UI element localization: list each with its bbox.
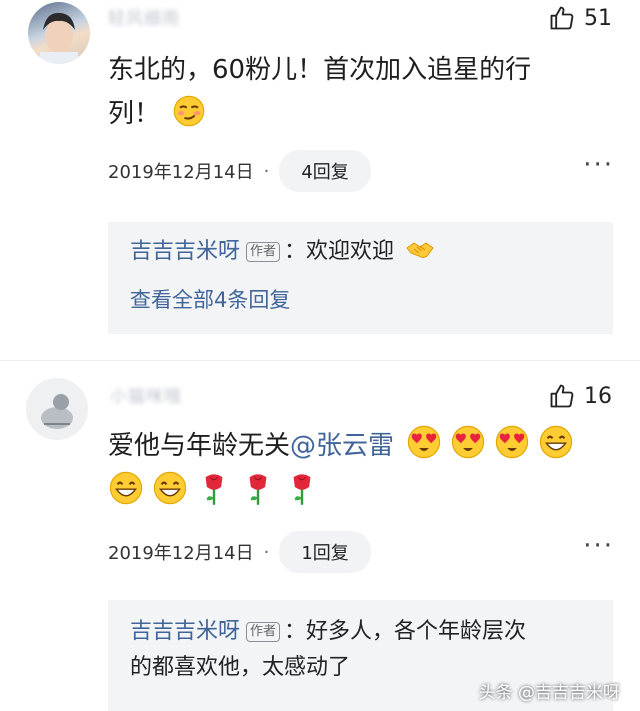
comment-meta: 2019年12月14日 · 4回复 [108,150,371,192]
avatar[interactable] [26,378,88,440]
comment-text-line: 列！ [108,99,161,129]
comment-text-line: 东北的，60粉儿！首次加入追星的行 [108,55,532,85]
comment-text-line: 爱他与年龄无关 [108,431,291,461]
rose-emoji [293,474,311,505]
author-tag: 作者 [246,622,281,642]
heart-eyes-emoji [408,425,441,459]
handshake-emoji [406,242,434,258]
like-button[interactable]: 51 [548,4,612,32]
like-count: 16 [584,383,612,409]
comment-date: 2019年12月14日 [108,543,254,564]
reply-author[interactable]: 吉吉吉米呀 [130,239,240,264]
username[interactable]: 轻风细雨 [108,4,180,29]
reply-count-button[interactable]: 4回复 [279,150,371,192]
like-button[interactable]: 16 [548,382,612,410]
separator: · [263,541,270,563]
more-icon[interactable]: ··· [583,531,614,561]
reply-box: 吉吉吉米呀 作者 ：欢迎欢迎 查看全部4条回复 [108,222,613,334]
view-all-replies-link[interactable]: 查看全部4条回复 [130,284,290,314]
avatar[interactable] [28,2,90,64]
heart-eyes-emoji [496,425,529,459]
reply-author[interactable]: 吉吉吉米呀 [130,619,240,644]
reply-item: 吉吉吉米呀 作者 ：欢迎欢迎 [130,234,439,270]
heart-eyes-emoji [452,425,485,459]
comment-text: 爱他与年龄无关@张云雷 [108,424,618,514]
author-tag: 作者 [246,242,281,262]
reply-item: 吉吉吉米呀 作者 ：好多人，各个年龄层次 的都喜欢他，太感动了 [130,614,600,686]
reply-count-button[interactable]: 1回复 [279,531,371,573]
comment-meta: 2019年12月14日 · 1回复 [108,531,371,573]
more-icon[interactable]: ··· [583,150,614,180]
rose-emoji [249,474,267,505]
watermark: 头条 @吉吉吉米呀 [478,683,620,703]
rose-emoji [205,474,223,505]
comment-date: 2019年12月14日 [108,162,254,183]
mention-link[interactable]: @张云雷 [290,431,394,461]
grin-emoji [109,471,143,505]
divider [0,360,640,361]
thumbs-up-icon [550,384,574,408]
comment-text: 东北的，60粉儿！首次加入追星的行 列！ [108,48,608,136]
username[interactable]: 小猫咪哦 [110,382,182,407]
separator: · [263,160,270,182]
like-count: 51 [584,5,612,31]
smirk-emoji [173,95,205,127]
reply-text: ：欢迎欢迎 [284,239,395,264]
grin-emoji [153,471,187,505]
reply-text: ：好多人，各个年龄层次 [284,619,527,644]
grin-emoji [540,425,573,459]
thumbs-up-icon [550,6,574,30]
